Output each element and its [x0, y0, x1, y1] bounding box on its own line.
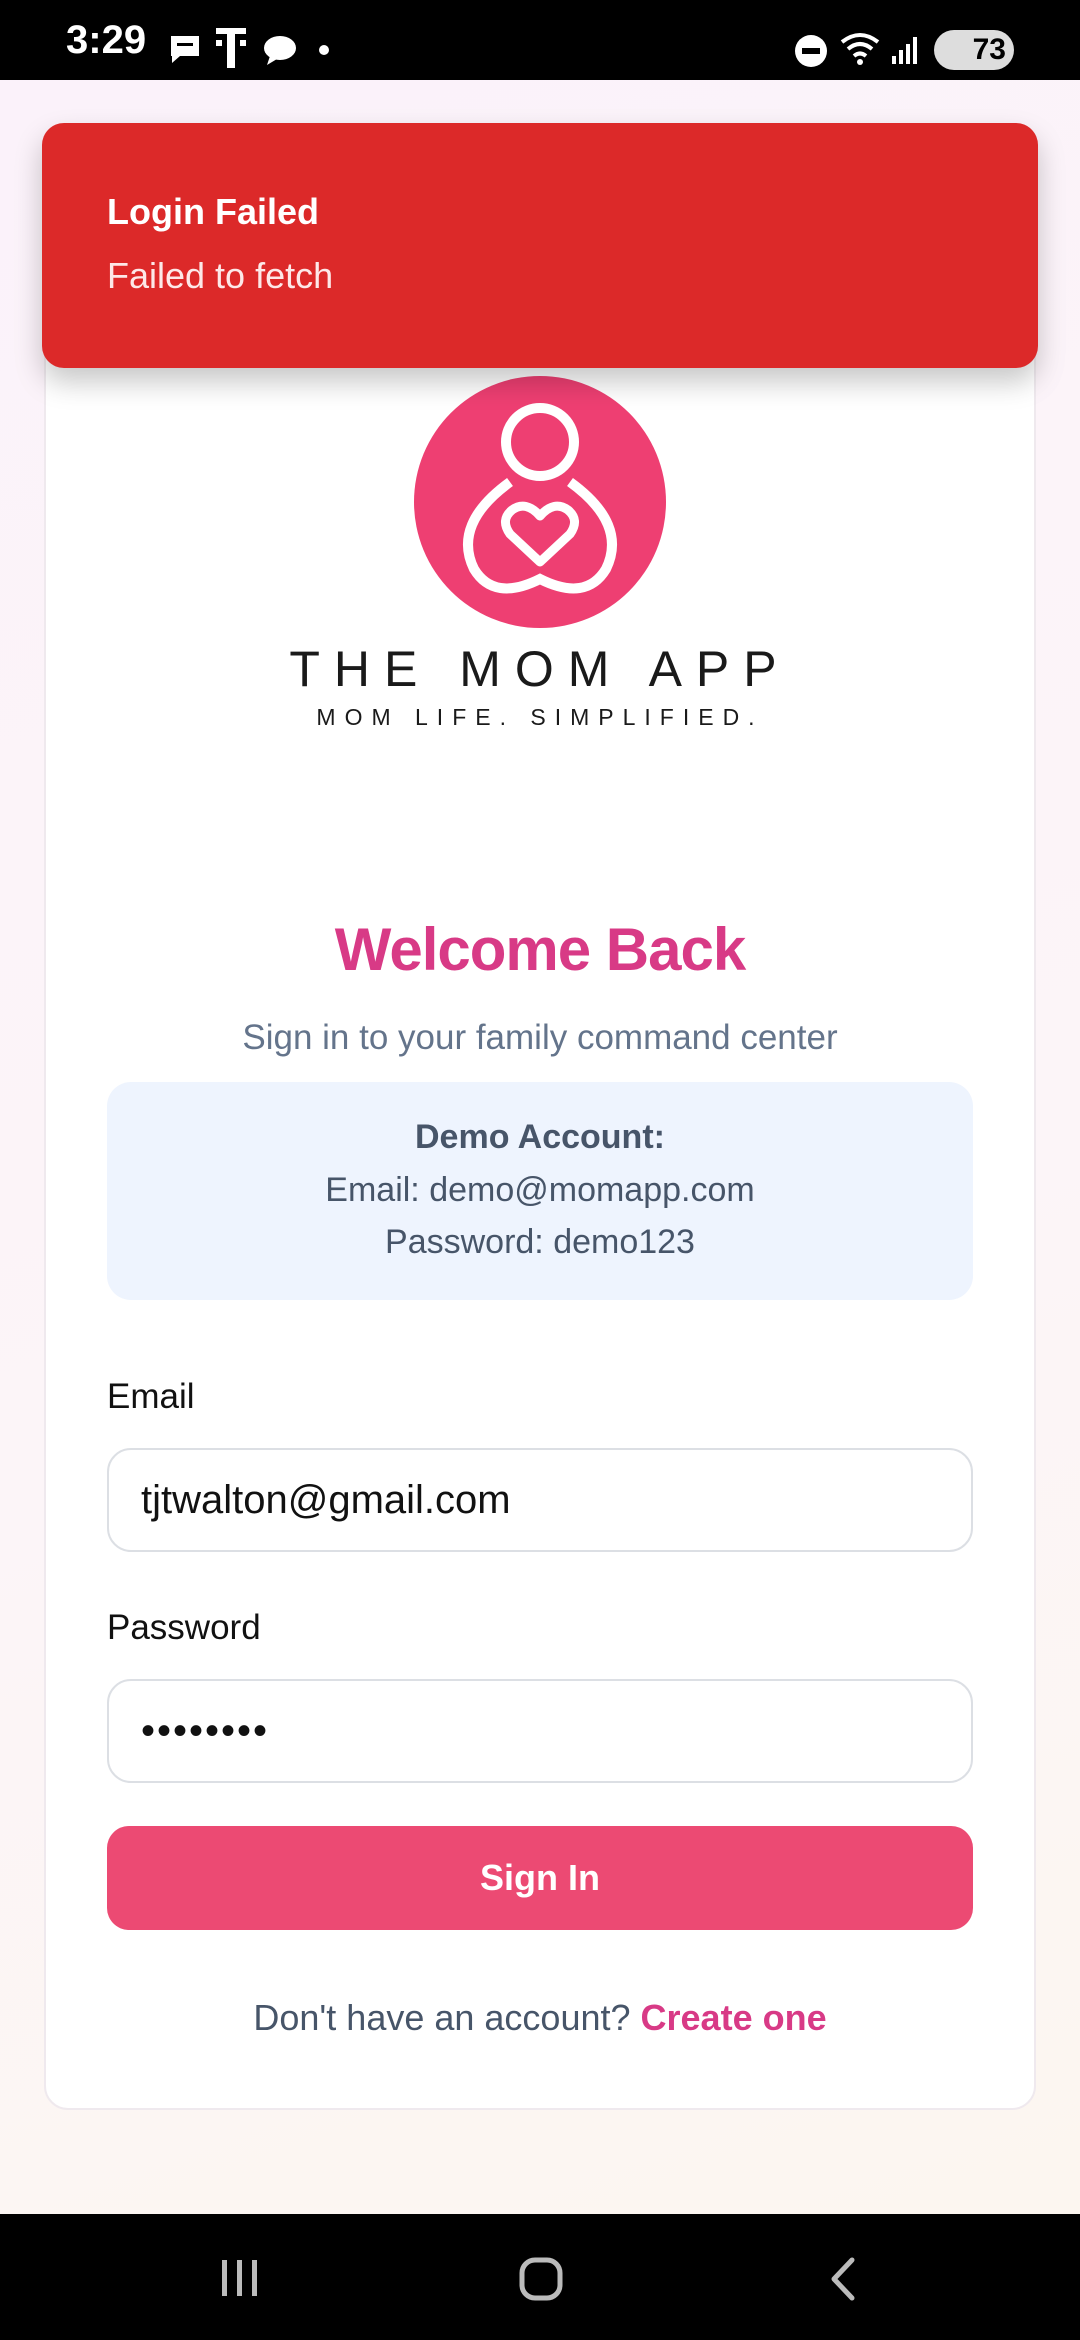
- dnd-icon: [795, 35, 827, 67]
- toast-title: Login Failed: [107, 191, 319, 232]
- create-account-link[interactable]: Create one: [641, 1997, 827, 2038]
- status-bar: 3:29 73: [0, 0, 1080, 80]
- demo-account-box: Demo Account: Email: demo@momapp.com Pas…: [107, 1082, 973, 1300]
- signal-icon: [892, 37, 917, 64]
- password-field[interactable]: ••••••••: [107, 1679, 973, 1783]
- mom-app-logo-icon: [414, 376, 666, 628]
- demo-account-title: Demo Account:: [415, 1118, 665, 1156]
- dot-icon: [319, 45, 329, 55]
- signup-prompt: Don't have an account? Create one: [0, 1997, 1080, 2039]
- wifi-icon: [840, 33, 880, 65]
- brand-tagline: MOM LIFE. SIMPLIFIED.: [316, 704, 764, 730]
- error-toast[interactable]: Login Failed Failed to fetch: [42, 123, 1038, 368]
- signup-prompt-text: Don't have an account?: [253, 1997, 631, 2038]
- demo-account-password: Password: demo123: [385, 1223, 695, 1261]
- home-icon[interactable]: [518, 2256, 564, 2302]
- email-label: Email: [107, 1377, 195, 1416]
- battery-icon: 73: [934, 30, 1014, 70]
- password-label: Password: [107, 1608, 261, 1647]
- status-time: 3:29: [66, 18, 147, 62]
- email-field[interactable]: tjtwalton@gmail.com: [107, 1448, 973, 1552]
- toast-message: Failed to fetch: [107, 255, 334, 296]
- navigation-bar: [0, 2214, 1080, 2340]
- messenger-icon: [264, 36, 296, 65]
- t-mobile-icon: [216, 28, 246, 68]
- battery-level: 73: [972, 33, 1006, 66]
- page-title: Welcome Back: [334, 916, 746, 983]
- page-subtitle: Sign in to your family command center: [242, 1018, 838, 1057]
- chat-icon: [171, 36, 199, 63]
- brand-name: THE MOM APP: [289, 641, 791, 697]
- recents-icon[interactable]: [218, 2258, 262, 2298]
- sign-in-button[interactable]: Sign In: [107, 1826, 973, 1930]
- demo-account-email: Email: demo@momapp.com: [325, 1171, 755, 1209]
- back-icon[interactable]: [828, 2256, 858, 2302]
